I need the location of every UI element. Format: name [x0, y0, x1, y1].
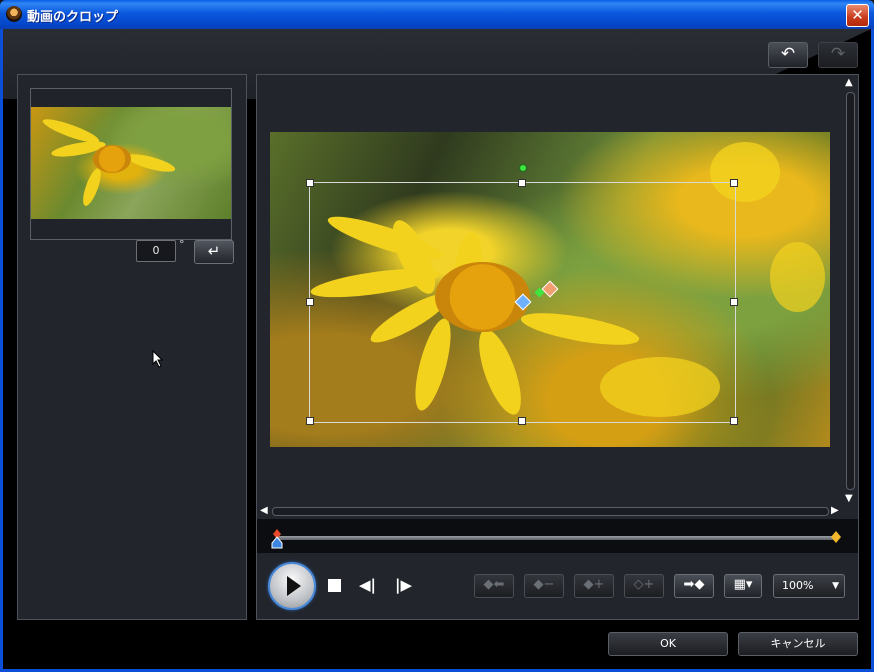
- play-icon: [287, 576, 301, 596]
- chevron-down-icon: ▼: [832, 581, 839, 591]
- window-title: 動画のクロップ: [27, 10, 119, 25]
- crop-rectangle[interactable]: [306, 164, 738, 425]
- crop-handle-bottom[interactable]: [518, 417, 526, 425]
- previous-keyframe-button[interactable]: ◆⬅: [474, 574, 514, 598]
- zoom-select[interactable]: 100% ▼: [773, 574, 845, 598]
- crop-handle-bottom-left[interactable]: [306, 417, 314, 425]
- undo-icon: ↶: [780, 44, 796, 64]
- crop-handle-left[interactable]: [306, 298, 314, 306]
- timeline-start-marker-icon[interactable]: [271, 529, 283, 549]
- scroll-down-icon[interactable]: ▼: [845, 493, 853, 504]
- undo-button[interactable]: ↶: [768, 42, 808, 68]
- ok-button[interactable]: OK: [608, 632, 728, 656]
- scroll-right-icon[interactable]: ▶: [831, 505, 839, 516]
- video-thumbnail: [31, 107, 231, 219]
- video-canvas[interactable]: [270, 132, 830, 447]
- play-button[interactable]: [268, 562, 316, 610]
- duplicate-keyframe-button[interactable]: ◇+: [624, 574, 664, 598]
- cancel-button[interactable]: キャンセル: [738, 632, 858, 656]
- vertical-scrollbar[interactable]: ▲ ▼: [843, 75, 858, 505]
- dialog-body: ↶ ↷ 0 ° ↵ ▲ ▼ ◀ ▶ ◀| |▶ ◆⬅ ◆− ◆+ ◇+ ➡◆ ▦…: [3, 29, 871, 669]
- horizontal-scrollbar[interactable]: ◀ ▶: [257, 505, 843, 519]
- center-marker-blue-icon[interactable]: [514, 293, 532, 311]
- close-button[interactable]: ✕: [846, 4, 869, 27]
- stop-button[interactable]: [328, 579, 341, 592]
- previous-frame-button[interactable]: ◀|: [359, 576, 376, 594]
- edit-panel: ▲ ▼ ◀ ▶ ◀| |▶ ◆⬅ ◆− ◆+ ◇+ ➡◆ ▦▾ 100% ▼: [256, 74, 859, 620]
- center-marker-orange-icon[interactable]: [541, 280, 559, 298]
- apply-rotation-button[interactable]: ↵: [194, 240, 234, 264]
- zoom-value: 100%: [782, 579, 814, 592]
- crop-handle-top-left[interactable]: [306, 179, 314, 187]
- crop-handle-top[interactable]: [518, 179, 526, 187]
- playback-controls: ◀| |▶ ◆⬅ ◆− ◆+ ◇+ ➡◆ ▦▾ 100% ▼: [257, 553, 858, 619]
- enter-icon: ↵: [207, 242, 221, 260]
- timeline-end-marker-icon[interactable]: [831, 531, 841, 543]
- crop-handle-top-right[interactable]: [730, 179, 738, 187]
- scroll-left-icon[interactable]: ◀: [260, 505, 268, 516]
- next-frame-button[interactable]: |▶: [395, 576, 412, 594]
- redo-button[interactable]: ↷: [818, 42, 858, 68]
- crop-handle-right[interactable]: [730, 298, 738, 306]
- add-keyframe-button[interactable]: ◆+: [574, 574, 614, 598]
- timeline[interactable]: [257, 519, 858, 553]
- preview-panel: 0 ° ↵: [17, 74, 247, 620]
- thumbnail-frame: [30, 88, 232, 240]
- crop-handle-bottom-right[interactable]: [730, 417, 738, 425]
- app-icon: [6, 6, 22, 22]
- timeline-track[interactable]: [276, 536, 835, 540]
- remove-keyframe-button[interactable]: ◆−: [524, 574, 564, 598]
- rotation-angle-input[interactable]: 0: [136, 240, 176, 262]
- redo-icon: ↷: [830, 44, 846, 64]
- next-keyframe-button[interactable]: ➡◆: [674, 574, 714, 598]
- degree-unit-label: °: [179, 238, 185, 251]
- crop-video-window: 動画のクロップ ✕ ↶ ↷ 0 ° ↵ ▲ ▼ ◀ ▶ ◀| |▶ ◆⬅ ◆− …: [0, 0, 874, 672]
- title-bar[interactable]: 動画のクロップ ✕: [0, 0, 874, 29]
- mouse-cursor-icon: [152, 350, 164, 368]
- rotation-handle[interactable]: [519, 164, 527, 172]
- scroll-up-icon[interactable]: ▲: [845, 77, 853, 88]
- aspect-ratio-button[interactable]: ▦▾: [724, 574, 762, 598]
